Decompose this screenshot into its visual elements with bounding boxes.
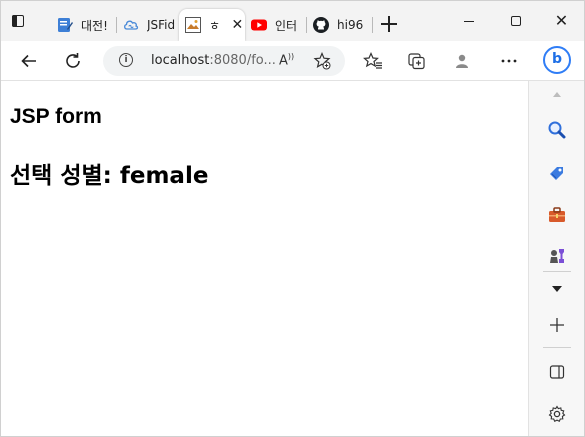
sidebar-scroll-down[interactable] <box>544 276 570 302</box>
profile-button[interactable] <box>448 49 476 73</box>
tab-label: 대전! <box>81 18 108 33</box>
caret-up-icon <box>553 92 561 97</box>
tab-actions-icon[interactable] <box>10 13 28 31</box>
cloud-icon <box>123 17 139 33</box>
github-icon <box>313 17 329 33</box>
tab-notepad[interactable]: 대전! <box>51 9 117 41</box>
shopping-tag-icon <box>550 167 563 180</box>
bing-copilot-button[interactable]: b <box>541 43 573 77</box>
page-heading: JSP form <box>10 105 102 128</box>
info-icon[interactable]: i <box>119 53 133 67</box>
search-icon <box>548 121 566 139</box>
url-text[interactable]: localhost:8080/fo... <box>151 53 276 68</box>
sidebar-add[interactable] <box>544 312 570 338</box>
settings-more-button[interactable] <box>495 49 523 73</box>
profile-icon <box>456 54 468 68</box>
url-host: localhost <box>151 53 210 68</box>
tab-strip: 대전! JSFid ㅎ ✕ 인터 hi96 ✕ <box>1 1 584 41</box>
collections-icon <box>408 53 425 70</box>
favorites-icon <box>363 52 382 69</box>
read-aloud-icon[interactable]: A)) <box>279 52 294 68</box>
tab-active[interactable]: ㅎ ✕ <box>179 9 245 41</box>
tab-jsfiddle[interactable]: JSFid <box>117 9 179 41</box>
collections-button[interactable] <box>403 49 431 73</box>
refresh-button[interactable] <box>59 49 87 73</box>
caret-down-icon <box>552 286 562 292</box>
tab-youtube[interactable]: 인터 <box>245 9 307 41</box>
minimize-button[interactable] <box>446 1 491 41</box>
edge-sidebar <box>528 81 584 436</box>
image-icon <box>185 17 201 33</box>
chess-piece-icon <box>550 249 564 263</box>
maximize-button[interactable] <box>493 1 538 41</box>
toolbox-icon <box>549 207 565 222</box>
sidebar-tools[interactable] <box>544 202 570 228</box>
sidebar-panel-icon <box>549 365 565 379</box>
read-aloud-label: A <box>279 53 288 69</box>
tab-label: 인터 <box>275 18 298 33</box>
back-arrow-icon <box>21 54 36 68</box>
sidebar-scroll-up[interactable] <box>544 81 570 107</box>
address-bar[interactable]: i localhost:8080/fo... A)) <box>103 46 345 76</box>
new-tab-button[interactable] <box>380 15 398 33</box>
gear-icon <box>548 405 566 423</box>
notepad-icon <box>57 17 73 33</box>
tab-github[interactable]: hi96 <box>307 9 373 41</box>
bing-icon: b <box>552 51 563 67</box>
sidebar-settings[interactable] <box>544 401 570 427</box>
tab-label: JSFid <box>147 18 176 32</box>
browser-window: 대전! JSFid ㅎ ✕ 인터 hi96 ✕ i localhost:8080… <box>0 0 585 437</box>
tab-label: ㅎ <box>209 18 220 33</box>
page-content: JSP form 선택 성별: female <box>1 81 528 436</box>
favorites-button[interactable] <box>359 49 387 73</box>
more-icon <box>501 59 517 63</box>
navigation-bar: i localhost:8080/fo... A)) <box>1 41 584 81</box>
plus-icon <box>550 318 564 332</box>
close-window-button[interactable]: ✕ <box>539 1 584 41</box>
sidebar-shopping[interactable] <box>544 160 570 186</box>
add-favorite-icon[interactable] <box>313 51 331 74</box>
sidebar-search[interactable] <box>544 117 570 143</box>
youtube-icon <box>251 17 267 33</box>
selected-gender-text: 선택 성별: female <box>10 163 209 189</box>
close-tab-icon[interactable]: ✕ <box>230 17 245 33</box>
tab-label: hi96 <box>337 18 364 32</box>
sidebar-hide[interactable] <box>544 359 570 385</box>
sidebar-games[interactable] <box>544 243 570 269</box>
refresh-icon <box>66 53 80 68</box>
back-button[interactable] <box>15 49 43 73</box>
url-path: :8080/fo... <box>209 53 276 68</box>
